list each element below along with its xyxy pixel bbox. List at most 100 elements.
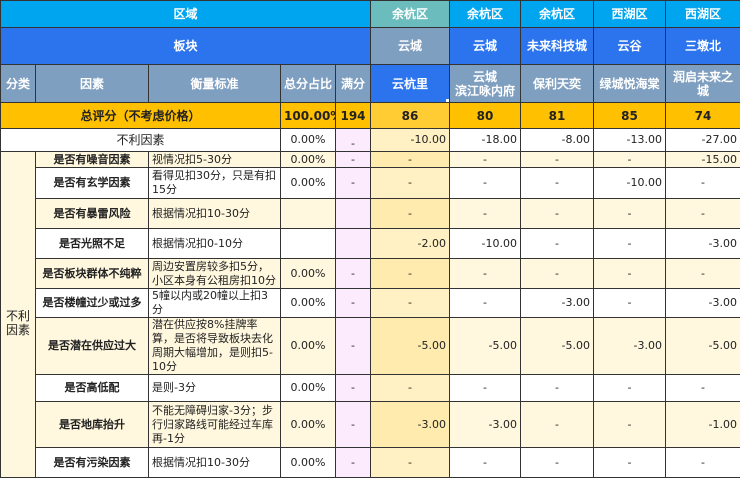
negative-summary-value[interactable]: -18.00 xyxy=(450,129,521,152)
project-name[interactable]: 绿城悦海棠 xyxy=(594,65,666,103)
project-region[interactable]: 余杭区 xyxy=(371,1,450,28)
factor-value[interactable]: - xyxy=(521,229,594,259)
factor-value[interactable]: - xyxy=(371,259,450,289)
factor-value[interactable]: -5.00 xyxy=(371,318,450,375)
factor-value[interactable]: -3.00 xyxy=(666,289,740,318)
project-region[interactable]: 西湖区 xyxy=(594,1,666,28)
factor-value[interactable]: - xyxy=(521,402,594,448)
factor-value[interactable]: - xyxy=(521,168,594,199)
factor-full[interactable]: - xyxy=(336,152,371,168)
factor-value[interactable]: -3.00 xyxy=(594,318,666,375)
factor-name[interactable]: 是否潜在供应过大 xyxy=(36,318,149,375)
factor-value[interactable]: - xyxy=(594,375,666,402)
factor-criteria[interactable]: 潜在供应按8%挂牌率算，是否将导致板块去化周期大幅增加，是则扣5-10分 xyxy=(149,318,281,375)
factor-value[interactable]: - xyxy=(666,168,740,199)
project-sector[interactable]: 未来科技城 xyxy=(521,28,594,65)
factor-full[interactable]: - xyxy=(336,318,371,375)
sector-label[interactable]: 板块 xyxy=(1,28,371,65)
total-score[interactable]: 85 xyxy=(594,103,666,129)
column-header[interactable]: 分类 xyxy=(1,65,36,103)
project-sector[interactable]: 云城 xyxy=(371,28,450,65)
factor-name[interactable]: 是否有玄学因素 xyxy=(36,168,149,199)
category-cell[interactable]: 不利 因素 xyxy=(1,152,36,478)
factor-share[interactable]: 0.00% xyxy=(281,152,336,168)
factor-name[interactable]: 是否楼幢过少或过多 xyxy=(36,289,149,318)
negative-summary-value[interactable]: -27.00 xyxy=(666,129,740,152)
factor-value[interactable]: -10.00 xyxy=(594,168,666,199)
project-name[interactable]: 云杭里 xyxy=(371,65,450,103)
project-region[interactable]: 余杭区 xyxy=(521,1,594,28)
factor-value[interactable]: -5.00 xyxy=(450,318,521,375)
factor-full[interactable]: - xyxy=(336,168,371,199)
factor-criteria[interactable]: 根据情况扣10-30分 xyxy=(149,199,281,229)
factor-value[interactable]: - xyxy=(594,259,666,289)
factor-criteria[interactable]: 根据情况扣10-30分 xyxy=(149,448,281,478)
factor-criteria[interactable]: 根据情况扣0-10分 xyxy=(149,229,281,259)
factor-criteria[interactable]: 视情况扣5-30分 xyxy=(149,152,281,168)
negative-summary-value[interactable]: -10.00 xyxy=(371,129,450,152)
factor-value[interactable]: -5.00 xyxy=(666,318,740,375)
factor-full[interactable]: - xyxy=(336,289,371,318)
factor-value[interactable]: - xyxy=(594,152,666,168)
factor-share[interactable]: 0.00% xyxy=(281,259,336,289)
factor-value[interactable]: -3.00 xyxy=(371,402,450,448)
column-header[interactable]: 因素 xyxy=(36,65,149,103)
factor-share[interactable]: 0.00% xyxy=(281,375,336,402)
negative-summary-share[interactable]: 0.00% xyxy=(281,129,336,152)
total-full[interactable]: 194 xyxy=(336,103,371,129)
negative-summary-label[interactable]: 不利因素 xyxy=(1,129,281,152)
factor-value[interactable]: - xyxy=(521,448,594,478)
factor-share[interactable]: 0.00% xyxy=(281,168,336,199)
total-score[interactable]: 86 xyxy=(371,103,450,129)
factor-value[interactable]: -5.00 xyxy=(521,318,594,375)
factor-value[interactable]: - xyxy=(594,402,666,448)
selection-handle[interactable] xyxy=(445,98,450,103)
factor-full[interactable]: - xyxy=(336,375,371,402)
factor-criteria[interactable]: 周边安置房较多扣5分，小区本身有公租房扣10分 xyxy=(149,259,281,289)
factor-criteria[interactable]: 看得见扣30分，只是有扣15分 xyxy=(149,168,281,199)
total-score[interactable]: 74 xyxy=(666,103,740,129)
factor-value[interactable]: - xyxy=(666,448,740,478)
factor-name[interactable]: 是否高低配 xyxy=(36,375,149,402)
factor-value[interactable]: - xyxy=(450,289,521,318)
factor-value[interactable]: - xyxy=(450,199,521,229)
region-label[interactable]: 区域 xyxy=(1,1,371,28)
factor-full[interactable]: - xyxy=(336,448,371,478)
factor-criteria[interactable]: 5幢以内或20幢以上扣3分 xyxy=(149,289,281,318)
project-sector[interactable]: 云谷 xyxy=(594,28,666,65)
factor-value[interactable]: - xyxy=(594,289,666,318)
total-score[interactable]: 80 xyxy=(450,103,521,129)
factor-full[interactable]: - xyxy=(336,259,371,289)
factor-value[interactable]: - xyxy=(594,448,666,478)
project-name[interactable]: 润启未来之城 xyxy=(666,65,740,103)
factor-share[interactable]: 0.00% xyxy=(281,448,336,478)
factor-name[interactable]: 是否板块群体不纯粹 xyxy=(36,259,149,289)
factor-value[interactable]: - xyxy=(594,229,666,259)
factor-value[interactable]: -15.00 xyxy=(666,152,740,168)
factor-value[interactable]: - xyxy=(371,168,450,199)
factor-value[interactable]: - xyxy=(521,259,594,289)
factor-full[interactable]: - xyxy=(336,402,371,448)
factor-value[interactable]: - xyxy=(666,375,740,402)
factor-share[interactable]: 0.00% xyxy=(281,402,336,448)
factor-value[interactable]: - xyxy=(521,199,594,229)
total-share[interactable]: 100.00% xyxy=(281,103,336,129)
factor-value[interactable]: - xyxy=(450,152,521,168)
factor-value[interactable]: - xyxy=(521,375,594,402)
factor-name[interactable]: 是否有暴雷风险 xyxy=(36,199,149,229)
factor-value[interactable]: - xyxy=(371,199,450,229)
factor-criteria[interactable]: 是则-3分 xyxy=(149,375,281,402)
column-header[interactable]: 总分占比 xyxy=(281,65,336,103)
factor-value[interactable]: -1.00 xyxy=(666,402,740,448)
project-sector[interactable]: 云城 xyxy=(450,28,521,65)
total-score[interactable]: 81 xyxy=(521,103,594,129)
factor-name[interactable]: 是否有污染因素 xyxy=(36,448,149,478)
factor-share[interactable] xyxy=(281,229,336,259)
factor-full[interactable] xyxy=(336,229,371,259)
negative-summary-value[interactable]: -13.00 xyxy=(594,129,666,152)
factor-value[interactable]: -3.00 xyxy=(450,402,521,448)
project-name[interactable]: 保利天奕 xyxy=(521,65,594,103)
factor-value[interactable]: - xyxy=(594,199,666,229)
project-region[interactable]: 余杭区 xyxy=(450,1,521,28)
factor-share[interactable]: 0.00% xyxy=(281,318,336,375)
